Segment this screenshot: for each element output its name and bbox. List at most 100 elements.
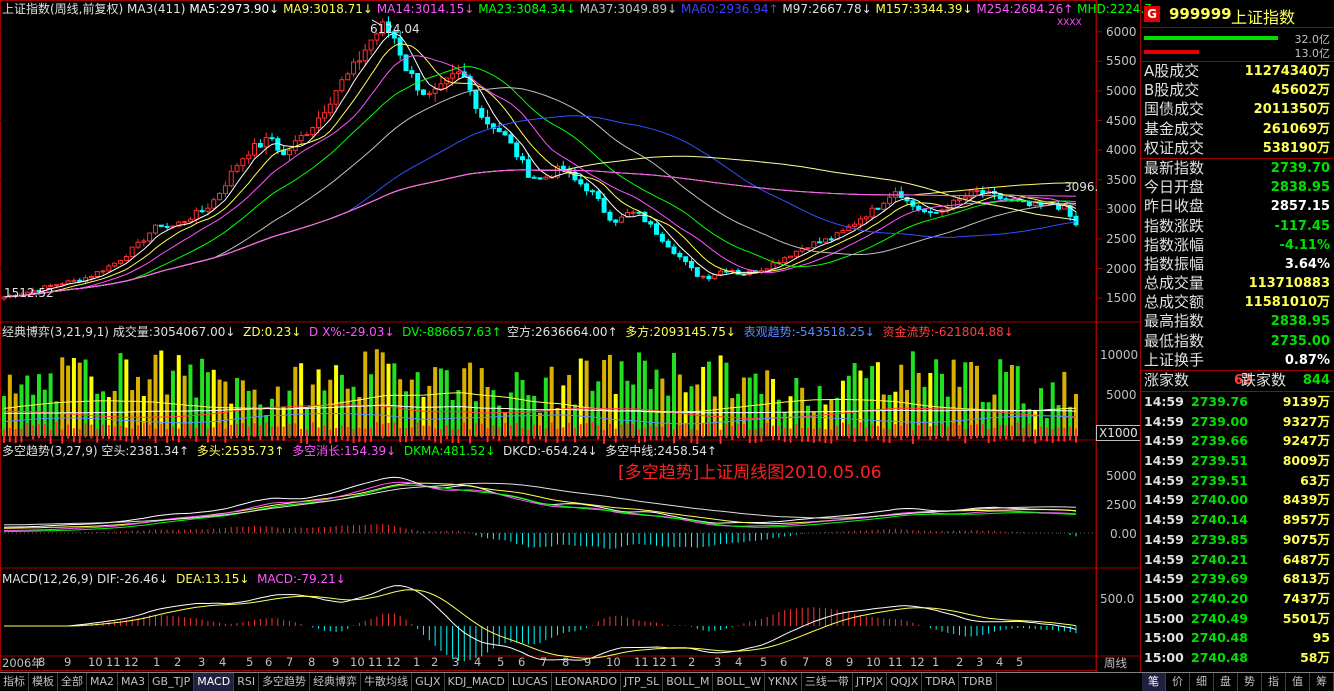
volume-sub-bar: [8, 428, 11, 443]
right-tab-7[interactable]: 筹: [1310, 673, 1334, 691]
stat-row-label: 基金成交: [1144, 119, 1205, 138]
tab-20[interactable]: JTPJX: [853, 673, 888, 691]
x-tick: 8: [562, 655, 570, 669]
tab-12[interactable]: KDJ_MACD: [445, 673, 509, 691]
candle-body: [700, 275, 706, 278]
volume-sub-bar: [847, 424, 850, 439]
tab-18[interactable]: YKNX: [765, 673, 802, 691]
candle-body: [473, 89, 479, 109]
quote-row: 总成交量 113710883: [1141, 274, 1334, 293]
xxxx-mark: XXXX: [1057, 18, 1082, 28]
tab-0[interactable]: 指标: [0, 673, 29, 691]
tick-row: 14:59 2739.00 9327万: [1141, 412, 1334, 432]
tick-list[interactable]: 14:59 2739.76 9139万 14:59 2739.00 9327万 14:59 2…: [1141, 392, 1334, 687]
tab-7[interactable]: RSI: [234, 673, 260, 691]
candle-body: [811, 241, 817, 249]
volume-bar: [963, 362, 968, 436]
volume-sub-bar: [1005, 425, 1008, 440]
dif-line: [4, 585, 1077, 661]
volume-sub-bar: [1040, 426, 1043, 441]
tab-22[interactable]: TDRA: [922, 673, 960, 691]
volume-bar: [223, 381, 228, 436]
x-tick: 3: [976, 655, 984, 669]
candle-body: [100, 270, 106, 273]
right-tab-5[interactable]: 指: [1262, 673, 1286, 691]
tab-4[interactable]: MA3: [118, 673, 150, 691]
right-tab-2[interactable]: 细: [1190, 673, 1214, 691]
volume-sub-bar: [876, 425, 879, 440]
tab-21[interactable]: QQJX: [887, 673, 923, 691]
x-tick: 6: [265, 655, 273, 669]
volume-bar: [19, 384, 24, 436]
updown-row: 涨家数 62 跌家数 844: [1141, 371, 1334, 392]
quote-row: 指数涨跌 -117.45: [1141, 217, 1334, 236]
candle-body: [887, 196, 893, 204]
axis-label: 3000: [1106, 202, 1137, 217]
x-tick: 6: [780, 655, 788, 669]
x-tick: 1: [153, 655, 161, 669]
candle-body: [420, 89, 426, 95]
tab-11[interactable]: GLJX: [412, 673, 445, 691]
tab-3[interactable]: MA2: [87, 673, 119, 691]
volume-sub-bar: [509, 425, 512, 440]
x-tick: 11: [634, 655, 649, 669]
candle-body: [333, 90, 339, 105]
tab-15[interactable]: JTP_SL: [621, 673, 664, 691]
x-tick: 9: [846, 655, 854, 669]
tab-2[interactable]: 全部: [58, 673, 87, 691]
tab-10[interactable]: 牛散均线: [361, 673, 413, 691]
tab-6[interactable]: MACD: [194, 673, 235, 691]
low-label: 1512.52: [4, 286, 54, 300]
volume-sub-bar: [772, 425, 775, 440]
candle-body: [525, 159, 531, 178]
volume-bar: [864, 378, 869, 436]
tab-13[interactable]: LUCAS: [509, 673, 552, 691]
x-tick: 9: [64, 655, 72, 669]
right-tab-6[interactable]: 值: [1286, 673, 1310, 691]
volume-sub-bar: [539, 425, 541, 440]
volume-sub-bar: [1022, 427, 1025, 442]
right-tab-1[interactable]: 价: [1166, 673, 1190, 691]
right-tab-4[interactable]: 势: [1238, 673, 1262, 691]
stat-row: 国债成交 2011350万: [1141, 100, 1334, 119]
tab-23[interactable]: TDRB: [959, 673, 997, 691]
candle-body: [368, 39, 374, 51]
volume-bar: [316, 369, 321, 436]
candle-body: [246, 154, 252, 160]
tab-16[interactable]: BOLL_M: [663, 673, 714, 691]
volume-sub-bar: [14, 429, 17, 444]
tab-8[interactable]: 多空趋势: [259, 673, 311, 691]
axis-label: 4500: [1106, 113, 1137, 128]
kf-label: 空方:2636664.00↑: [507, 325, 618, 339]
tab-9[interactable]: 经典博弈: [310, 673, 362, 691]
tick-time: 15:00: [1144, 630, 1184, 646]
volume-bar: [654, 369, 659, 436]
tab-5[interactable]: GB_TJP: [149, 673, 195, 691]
volume-bar: [602, 360, 607, 436]
volume-sub-bar: [678, 425, 681, 440]
quote-row-label: 指数涨幅: [1144, 235, 1205, 254]
g-badge[interactable]: G: [1144, 6, 1160, 22]
volume-sub-bar: [346, 427, 349, 442]
tab-14[interactable]: LEONARDO: [552, 673, 621, 691]
tick-volume: 63万: [1300, 472, 1330, 488]
stats-list: A股成交 11274340万 B股成交 45602万 国债成交 2011350万 基金成交 2…: [1141, 62, 1334, 159]
volume-sub-bar: [894, 423, 897, 438]
volume-sub-bar: [789, 428, 792, 443]
volume-sub-bar: [364, 428, 367, 443]
tab-17[interactable]: BOLL_W: [713, 673, 766, 691]
volume-sub-bar: [498, 427, 501, 442]
right-tab-3[interactable]: 盘: [1214, 673, 1238, 691]
volume-sub-bar: [626, 424, 629, 439]
candle-body: [630, 211, 636, 214]
tick-price: 2740.21: [1191, 551, 1248, 567]
tab-19[interactable]: 三线一带: [802, 673, 853, 691]
tab-1[interactable]: 模板: [29, 673, 58, 691]
candle-body: [426, 92, 432, 95]
volume-sub-bar: [288, 424, 291, 439]
volume-sub-bar: [911, 429, 914, 444]
candle-body: [875, 207, 881, 210]
candle-body: [479, 107, 485, 118]
right-tab-0[interactable]: 笔: [1142, 673, 1166, 691]
axis-label: 0.00: [1110, 527, 1137, 541]
